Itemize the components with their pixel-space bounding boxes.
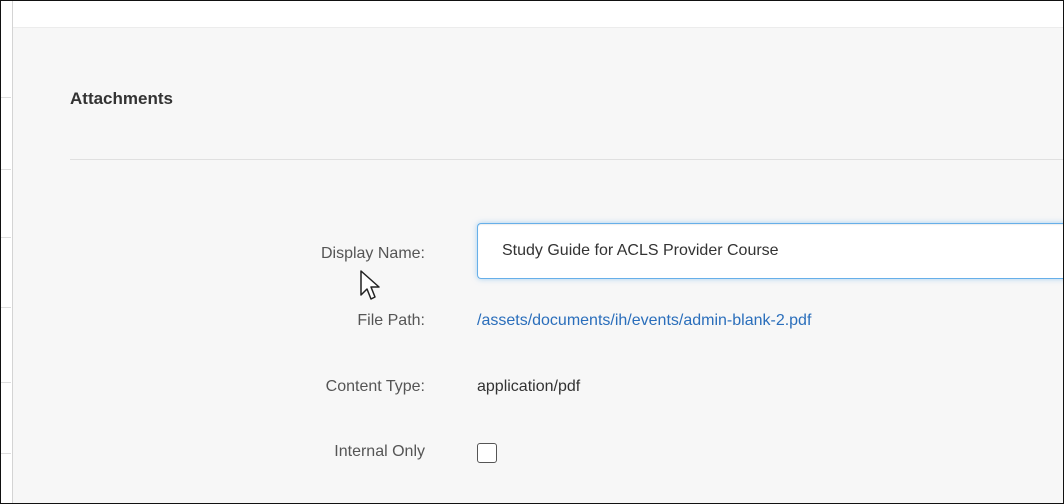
app-window: Attachments Display Name: File Path: /as… — [0, 0, 1064, 504]
display-name-label: Display Name: — [320, 245, 425, 262]
left-divider — [1, 97, 11, 98]
left-divider — [1, 382, 11, 383]
internal-only-label: Internal Only — [334, 443, 425, 460]
file-path-link[interactable]: /assets/documents/ih/events/admin-blank-… — [477, 312, 811, 330]
mouse-pointer-icon — [360, 270, 380, 300]
left-divider — [1, 307, 11, 308]
section-title: Attachments — [70, 89, 173, 108]
content-type-value: application/pdf — [477, 378, 581, 395]
left-divider — [1, 169, 11, 170]
left-divider — [1, 237, 11, 238]
display-name-input[interactable] — [477, 223, 1063, 279]
left-divider — [1, 453, 11, 454]
internal-only-checkbox[interactable] — [477, 443, 497, 463]
file-path-label: File Path: — [357, 312, 425, 329]
section-divider — [70, 159, 1063, 160]
content-type-label: Content Type: — [325, 378, 425, 395]
